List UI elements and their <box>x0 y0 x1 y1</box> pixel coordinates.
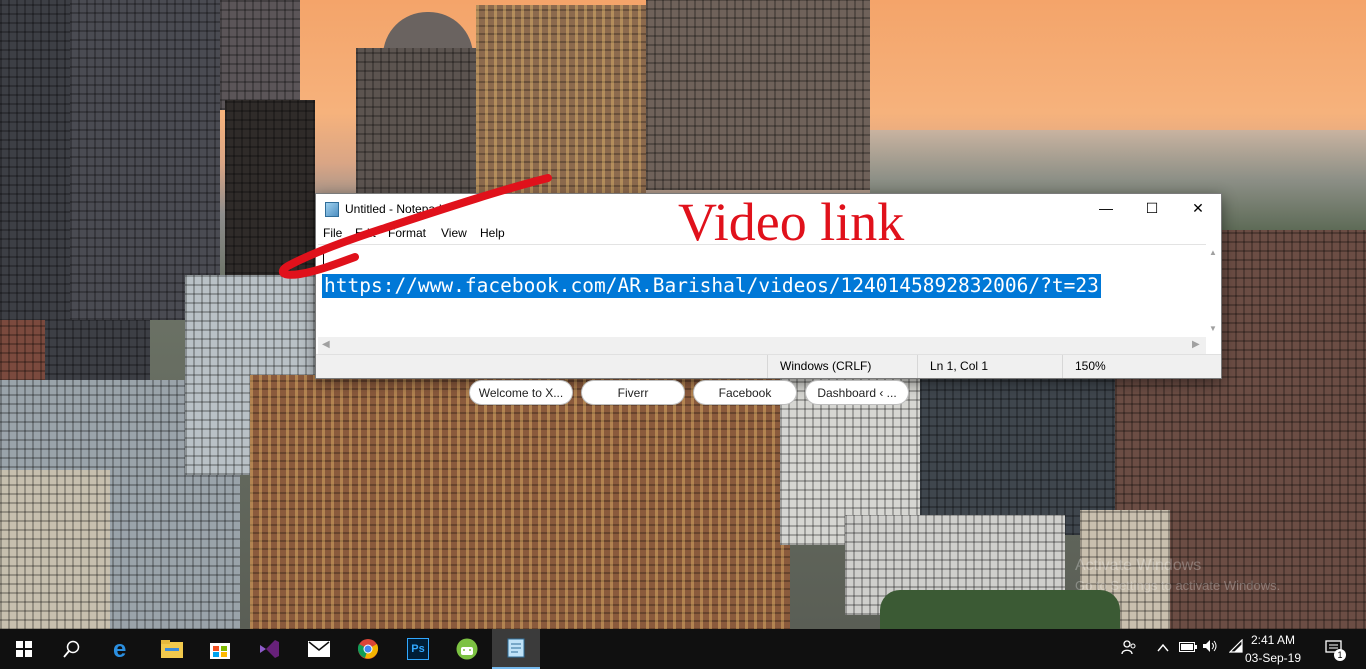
start-icon <box>16 641 32 657</box>
store-icon <box>210 643 230 659</box>
chevron-up-icon[interactable] <box>1154 639 1172 659</box>
search-button[interactable] <box>48 629 96 669</box>
photoshop-icon: Ps <box>407 638 429 660</box>
file-explorer-button[interactable] <box>148 629 196 669</box>
volume-icon[interactable] <box>1201 639 1219 659</box>
svg-text:e: e <box>113 638 126 660</box>
watermark-subtitle: Go to Settings to activate Windows. <box>1075 578 1281 593</box>
android-app-button[interactable] <box>443 629 491 669</box>
edge-icon: e <box>113 638 126 660</box>
action-center-button[interactable]: 1 <box>1324 639 1346 661</box>
people-icon[interactable] <box>1120 639 1138 659</box>
notepad-taskbar-button[interactable] <box>492 629 540 669</box>
start-button[interactable] <box>0 629 48 669</box>
speed-dial-welcome[interactable]: Welcome to X... <box>469 380 573 405</box>
speed-dial-facebook[interactable]: Facebook <box>693 380 797 405</box>
clock-time: 2:41 AM <box>1250 633 1296 647</box>
clock-date: 03-Sep-19 <box>1244 651 1302 665</box>
edge-button[interactable]: e <box>98 629 146 669</box>
taskbar: e Ps 2:41 AM 03-Sep-19 1 <box>0 629 1366 669</box>
speed-dial-dashboard[interactable]: Dashboard ‹ ... <box>805 380 909 405</box>
file-explorer-icon <box>161 640 183 658</box>
store-button[interactable] <box>196 629 244 669</box>
notification-count-badge: 1 <box>1334 649 1346 661</box>
chrome-icon <box>357 639 379 659</box>
annotation-title: Video link <box>678 192 905 252</box>
search-icon <box>63 640 80 658</box>
mail-button[interactable] <box>295 629 343 669</box>
mail-icon <box>308 641 330 657</box>
battery-icon[interactable] <box>1179 639 1197 659</box>
visual-studio-button[interactable] <box>245 629 293 669</box>
notepad-icon <box>507 638 525 658</box>
system-clock[interactable]: 2:41 AM 03-Sep-19 <box>1242 631 1304 667</box>
photoshop-button[interactable]: Ps <box>394 629 442 669</box>
watermark-title: Activate Windows <box>1075 557 1202 574</box>
visual-studio-icon <box>260 640 279 658</box>
chrome-button[interactable] <box>344 629 392 669</box>
android-app-icon <box>456 638 478 660</box>
speed-dial-fiverr[interactable]: Fiverr <box>581 380 685 405</box>
